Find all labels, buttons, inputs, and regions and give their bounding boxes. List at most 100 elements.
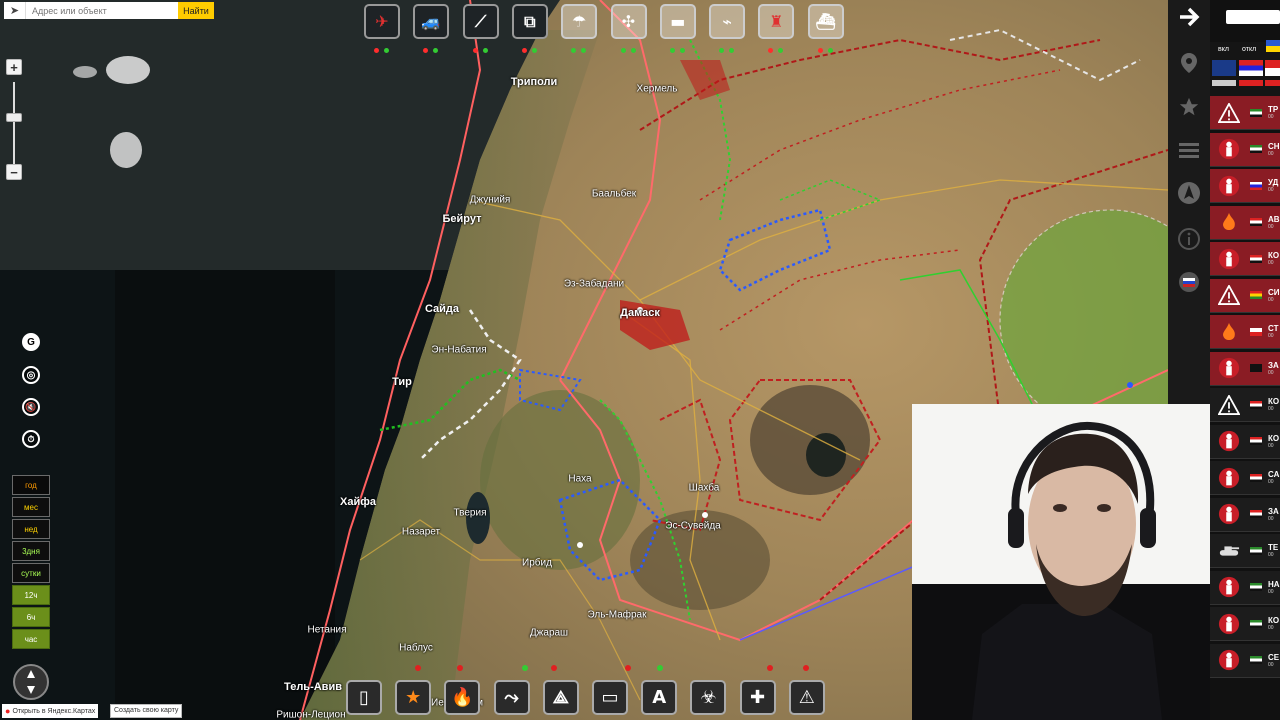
feed-item[interactable]: НА 00 (1210, 570, 1280, 605)
feed-item-time: 00 (1268, 333, 1274, 339)
feed-item[interactable]: КО 00 (1210, 242, 1280, 276)
soldier-icon (1216, 173, 1242, 199)
search-button[interactable]: Найти (178, 2, 214, 19)
ukraine-flag-icon[interactable] (1266, 40, 1280, 52)
country-button[interactable] (1176, 269, 1202, 295)
time-filter-week[interactable]: нед (12, 519, 50, 539)
layer-status-dot (482, 48, 488, 53)
feed-item[interactable]: ТЕ 00 (1210, 534, 1280, 568)
zoom-out-button[interactable]: − (6, 164, 22, 180)
layer-toggle-soldier[interactable]: ♜ (758, 4, 795, 39)
search-input[interactable] (26, 2, 178, 19)
feed-item[interactable]: КО 00 (1210, 607, 1280, 641)
feed-item[interactable]: СТ 00 (1210, 315, 1280, 349)
navigation-button[interactable] (1176, 180, 1202, 206)
syria-gov-flag-icon (1250, 510, 1262, 518)
ruler-tool-button[interactable]: ▭ (592, 680, 628, 715)
expand-button[interactable] (1176, 4, 1202, 30)
text-tool-button[interactable]: A (641, 680, 678, 715)
warning-tool-button[interactable]: ⚠ (788, 680, 825, 715)
compass-button[interactable] (13, 664, 49, 700)
layer-toggle-car[interactable]: 🚙 (413, 4, 450, 39)
soldier-icon (1216, 136, 1242, 162)
create-map-link[interactable]: Создать свою карту (110, 704, 183, 718)
nato-flag-icon[interactable] (1212, 60, 1236, 76)
zoom-slider-track[interactable] (13, 82, 15, 164)
star-tool-button[interactable]: ★ (395, 680, 432, 715)
open-in-yandex-link[interactable]: ● Открыть в Яндекс.Картах (2, 704, 99, 718)
layer-toggle-helicopter[interactable]: ✣ (610, 4, 647, 39)
feed-item[interactable]: ТР 00 (1210, 96, 1280, 130)
medical-tool-button[interactable]: ✚ (739, 680, 776, 715)
feed-item[interactable]: КО 00 (1210, 424, 1280, 459)
feed-item[interactable]: СЕ 00 (1210, 643, 1280, 678)
feed-item[interactable]: АВ 00 (1210, 205, 1280, 240)
layer-toggle-jet[interactable]: ✈ (364, 4, 400, 39)
network-icon: ⟁ (552, 687, 569, 708)
flag-icon[interactable] (1239, 80, 1263, 86)
time-filter-6h[interactable]: 6ч (12, 607, 50, 627)
feed-item[interactable]: ЗА 00 (1210, 497, 1280, 532)
locate-icon[interactable]: ➤ (4, 2, 26, 19)
compass-arrows-icon (27, 670, 35, 694)
flag-icon[interactable] (1212, 80, 1236, 86)
feed-search-input[interactable] (1226, 10, 1280, 24)
navigation-icon (1178, 182, 1200, 204)
feed-item-title: СТ 00 (1268, 324, 1278, 339)
feed-item[interactable]: УД 00 (1210, 169, 1280, 203)
feed-item[interactable]: СА 00 (1210, 461, 1280, 495)
favorites-button[interactable] (1176, 94, 1202, 120)
time-filter-month[interactable]: мес (12, 497, 50, 517)
sound-button[interactable]: 🔇 (22, 398, 40, 416)
feed-item-time: 00 (1268, 260, 1274, 266)
speaker-mute-icon: 🔇 (25, 401, 37, 412)
info-button[interactable] (1176, 226, 1202, 252)
location-button[interactable] (1176, 50, 1202, 76)
feed-item-label: ЗА (1268, 506, 1279, 516)
flag-icon[interactable] (1265, 60, 1280, 76)
feed-item[interactable]: КО 00 (1210, 388, 1280, 422)
feed-item-time: 00 (1268, 625, 1274, 631)
feed-item[interactable]: ЗА 00 (1210, 351, 1280, 386)
syria-flag-icon (1250, 619, 1262, 628)
layer-toggle-paratrooper[interactable]: ☂ (561, 4, 598, 39)
fire-icon (1216, 209, 1242, 235)
layer-toggle-mlrs[interactable]: ⧉ (511, 4, 548, 39)
city-label: Наха (568, 473, 592, 485)
city-label: Наблус (399, 642, 433, 654)
feed-item-title: СЕ 00 (1268, 653, 1279, 668)
feed-item[interactable]: СН 00 (1210, 132, 1280, 167)
zoom-in-button[interactable]: + (6, 59, 22, 75)
feed-item-title: НА 00 (1268, 580, 1280, 595)
search-bar: ➤ Найти (4, 2, 214, 19)
warning-icon (1216, 282, 1242, 308)
timer-button[interactable]: ⏱ (22, 430, 40, 448)
network-tool-button[interactable]: ⟁ (542, 680, 579, 715)
layer-toggle-aa-gun[interactable]: ⌁ (709, 4, 746, 39)
fortification-tool-button[interactable]: ▯ (346, 680, 382, 715)
layer-toggle-ship[interactable]: ⛴ (807, 4, 844, 39)
time-filter-day[interactable]: сутки (12, 563, 50, 583)
feed-item-time: 00 (1268, 479, 1274, 485)
serbia-flag-icon[interactable] (1239, 60, 1263, 76)
time-filter-3days[interactable]: 3дня (12, 541, 50, 561)
target-button[interactable]: ◎ (22, 366, 40, 384)
city-label: Баальбек (591, 188, 637, 200)
soldier-icon (1216, 246, 1242, 272)
mlrs-icon: ⧉ (524, 11, 536, 31)
biohazard-tool-button[interactable]: ☣ (690, 680, 727, 715)
time-filter-year[interactable]: год (12, 475, 50, 495)
syria-gov-flag-icon (1250, 473, 1262, 482)
flag-icon[interactable] (1265, 80, 1280, 86)
text-icon: A (652, 687, 667, 708)
layer-toggle-tank[interactable]: ▬ (659, 4, 696, 39)
feed-item[interactable]: СИ 00 (1210, 278, 1280, 313)
fire-tool-button[interactable]: 🔥 (444, 680, 481, 715)
google-layer-button[interactable]: G (22, 333, 40, 351)
layer-toggle-artillery[interactable]: ⟋ (462, 4, 499, 39)
time-filter-12h[interactable]: 12ч (12, 585, 50, 605)
zoom-slider-handle[interactable] (6, 113, 22, 122)
time-filter-hour[interactable]: час (12, 629, 50, 649)
route-tool-button[interactable]: ⤳ (493, 680, 530, 715)
list-button[interactable] (1176, 137, 1202, 163)
